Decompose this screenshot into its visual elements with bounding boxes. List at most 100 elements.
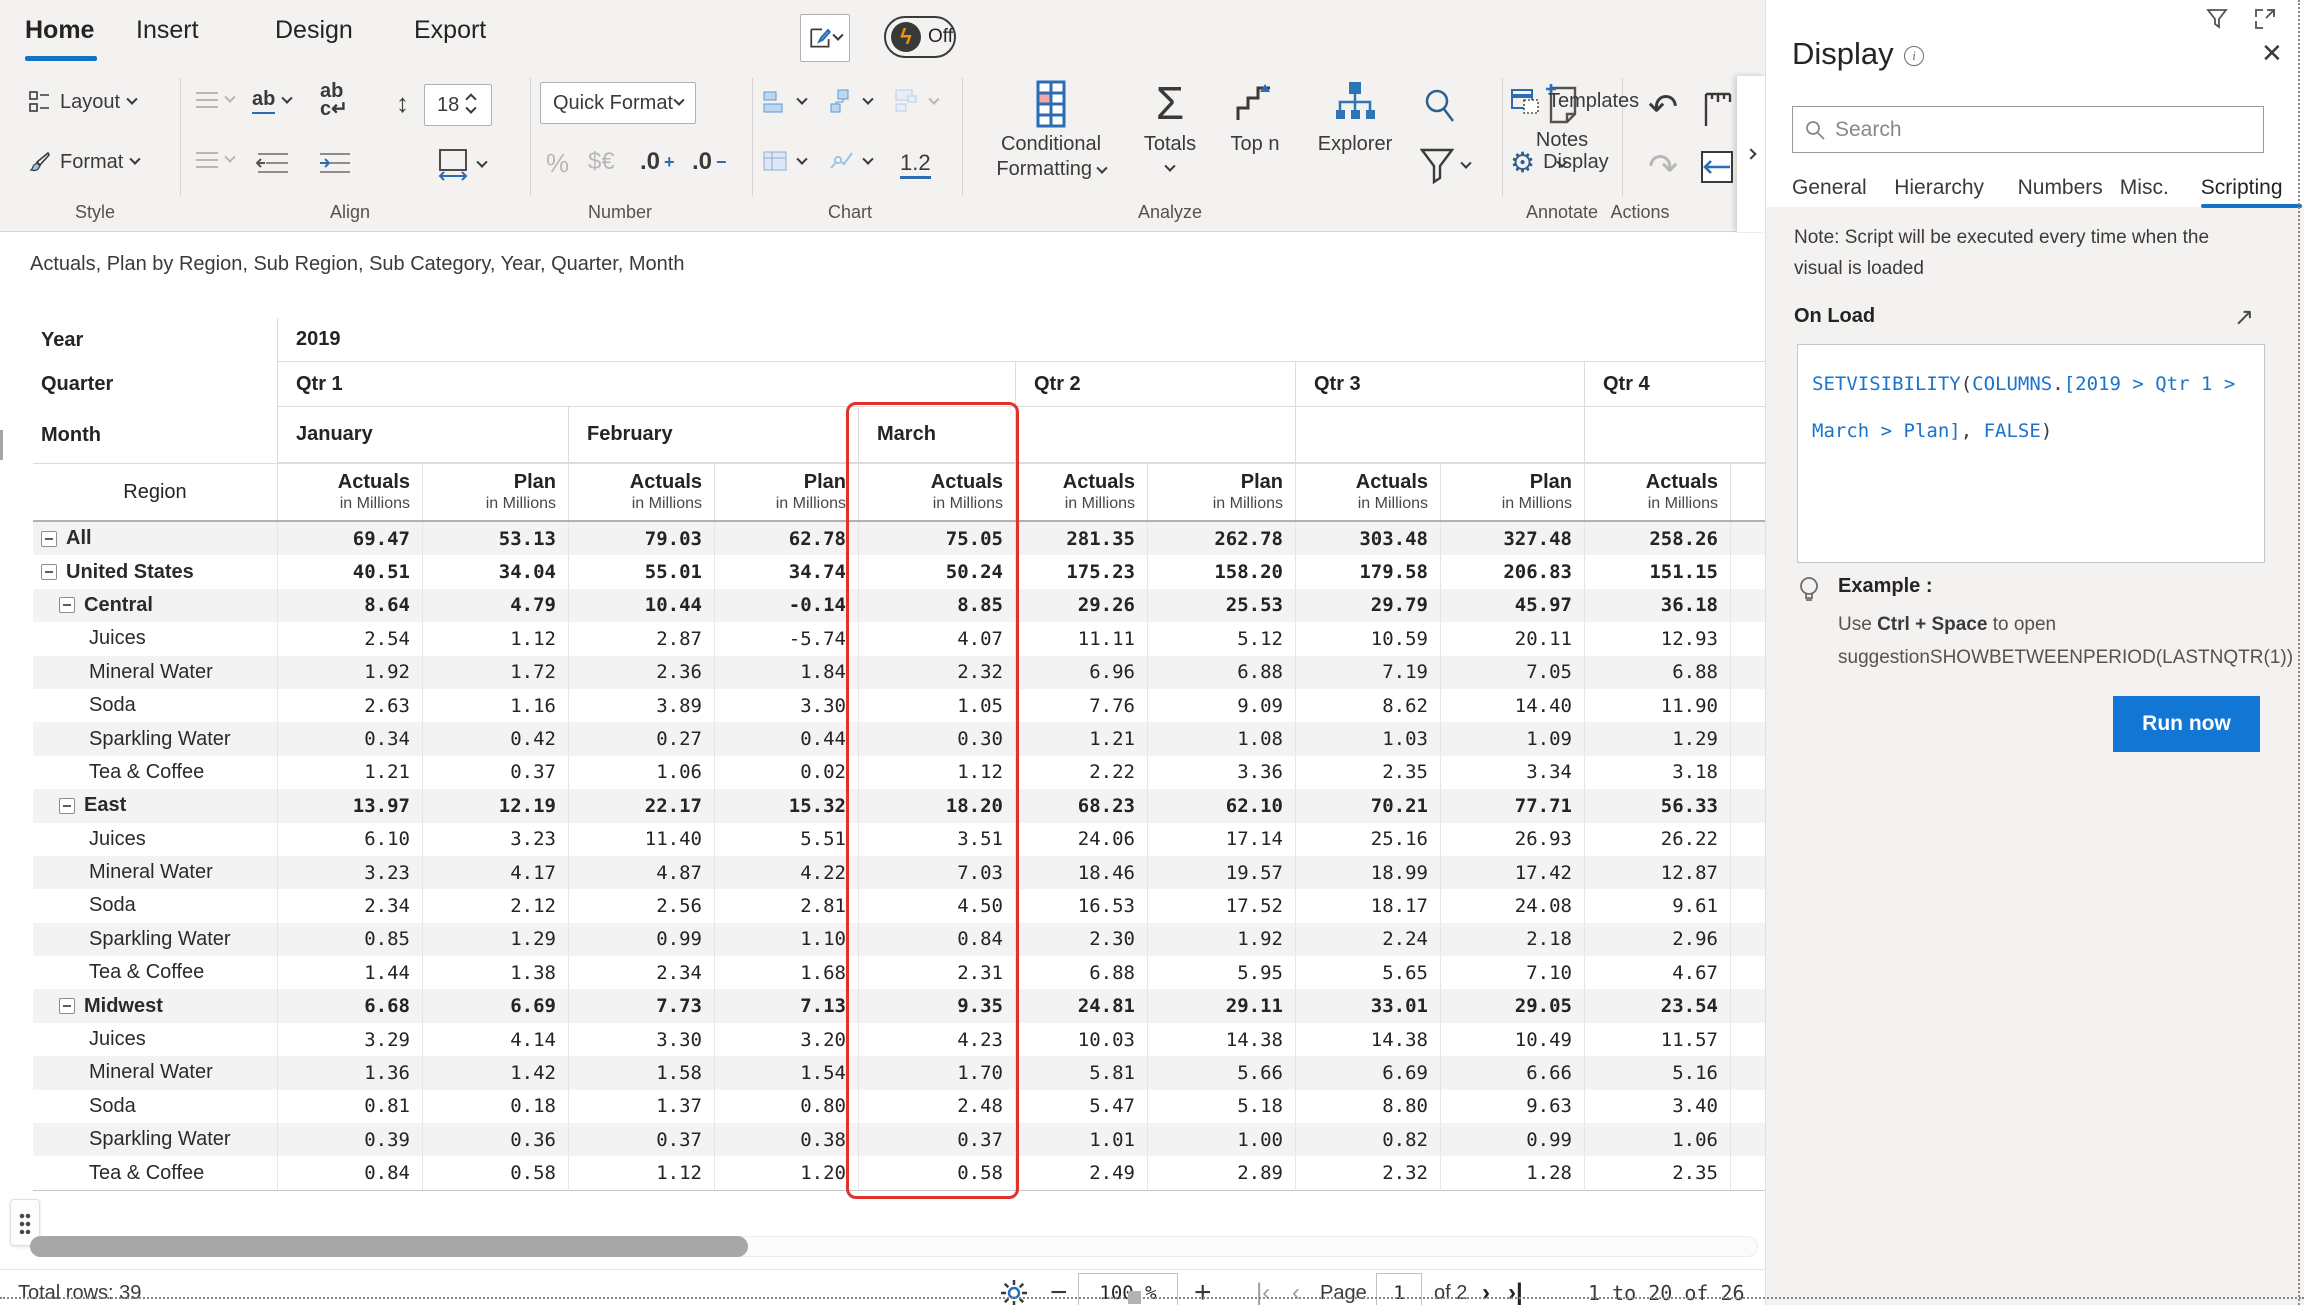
search-button[interactable] [1420, 86, 1460, 126]
cell[interactable]: 1.01 [1015, 1123, 1147, 1157]
outdent-button[interactable] [256, 152, 290, 174]
table-row-juices[interactable]: Juices 3.29 4.14 3.30 3.20 4.23 10.03 14.38 14.3… [33, 1022, 1765, 1057]
cell[interactable]: 1.16 [422, 688, 568, 723]
cell[interactable]: 6.68 [277, 989, 422, 1023]
wrap-text-button[interactable]: ab c↵ [320, 81, 348, 119]
table-row-east[interactable]: East 13.97 12.19 22.17 15.32 18.20 68.23 62.10 7… [33, 789, 1765, 823]
cell[interactable]: -5.74 [714, 622, 858, 656]
cell[interactable]: 1.29 [1584, 722, 1730, 756]
table-row-juices[interactable]: Juices 2.54 1.12 2.87 -5.74 4.07 11.11 5.12 10.5… [33, 622, 1765, 656]
cell[interactable]: 1.84 [714, 655, 858, 689]
visual-filter-icon[interactable] [2206, 8, 2228, 30]
cell[interactable]: 26.93 [1440, 822, 1584, 856]
cell[interactable]: 1.03 [1295, 722, 1440, 756]
cell[interactable]: 75.05 [858, 522, 1015, 556]
cell[interactable]: 16.53 [1015, 889, 1147, 923]
next-page-button[interactable]: › [1482, 1270, 1490, 1305]
decimal-places-button[interactable]: 1.2 [900, 150, 931, 179]
cell[interactable]: 11.11 [1015, 622, 1147, 656]
cell[interactable]: 8.85 [858, 588, 1015, 623]
cell[interactable]: 2.34 [568, 956, 714, 990]
cell[interactable]: 1.09 [1440, 722, 1584, 756]
cell[interactable]: 7.76 [1015, 688, 1147, 723]
decrease-decimal-button[interactable]: .0− [692, 148, 727, 176]
cell[interactable]: 2.32 [1295, 1156, 1440, 1190]
cell[interactable]: 36.18 [1584, 588, 1730, 623]
cell[interactable]: 2.24 [1295, 922, 1440, 957]
cell[interactable]: 2.48 [858, 1089, 1015, 1124]
cell[interactable]: 1.05 [858, 688, 1015, 723]
cell[interactable]: 1.42 [422, 1056, 568, 1090]
layout-button[interactable]: Layout [28, 90, 138, 114]
cell[interactable]: 2.30 [1015, 922, 1147, 957]
scrollbar-thumb[interactable] [30, 1236, 748, 1257]
panel-tab-numbers[interactable]: Numbers [2018, 176, 2103, 200]
undo-button[interactable]: ↶ [1648, 86, 1678, 128]
cell[interactable]: 4.14 [422, 1022, 568, 1057]
cell[interactable]: 6.69 [1295, 1056, 1440, 1090]
cell[interactable]: 0.84 [858, 922, 1015, 957]
zoom-out-button[interactable]: − [1050, 1270, 1068, 1305]
cell[interactable]: 34.74 [714, 555, 858, 589]
table-row-mineral-water[interactable]: Mineral Water 1.92 1.72 2.36 1.84 2.32 6.96 6.8… [33, 655, 1765, 689]
cell[interactable]: 3.29 [277, 1022, 422, 1057]
first-page-button[interactable]: |‹ [1256, 1270, 1270, 1305]
quarter-header-3[interactable]: Qtr 3 [1295, 362, 1584, 407]
cell[interactable]: 1.10 [714, 922, 858, 957]
cell[interactable]: 2.87 [568, 622, 714, 656]
measure-header-8[interactable]: Plan in Millions [1440, 464, 1584, 520]
panel-tab-hierarchy[interactable]: Hierarchy [1894, 176, 1984, 200]
cell[interactable]: 34.04 [422, 555, 568, 589]
cell[interactable]: 18.17 [1295, 889, 1440, 923]
cell[interactable]: 14.38 [1147, 1022, 1295, 1057]
run-now-button[interactable]: Run now [2113, 696, 2260, 752]
table-row-all[interactable]: All 69.47 53.13 79.03 62.78 75.05 281.35 262.78… [33, 522, 1765, 556]
cell[interactable]: 5.51 [714, 822, 858, 856]
cell[interactable]: 3.40 [1584, 1089, 1730, 1124]
cell[interactable]: 4.87 [568, 855, 714, 890]
cell[interactable]: 1.06 [1584, 1123, 1730, 1157]
cell[interactable]: 9.09 [1147, 688, 1295, 723]
cell[interactable]: 1.21 [1015, 722, 1147, 756]
script-editor[interactable]: SETVISIBILITY(COLUMNS.[2019 > Qtr 1 > Ma… [1797, 344, 2265, 563]
table-row-soda[interactable]: Soda 0.81 0.18 1.37 0.80 2.48 5.47 5.18 8.80 9.63… [33, 1089, 1765, 1124]
cell[interactable]: 5.95 [1147, 956, 1295, 990]
cell[interactable]: 0.37 [422, 755, 568, 790]
cell[interactable]: 1.54 [714, 1056, 858, 1090]
focus-mode-icon[interactable] [2254, 8, 2276, 30]
cell[interactable]: 9.61 [1584, 889, 1730, 923]
cell[interactable]: 7.10 [1440, 956, 1584, 990]
table-row-united-states[interactable]: United States 40.51 34.04 55.01 34.74 50.24 17… [33, 555, 1765, 589]
cell[interactable]: 2.89 [1147, 1156, 1295, 1190]
cell[interactable]: 15.32 [714, 789, 858, 823]
ruler-button[interactable] [1702, 92, 1732, 128]
cell[interactable]: 327.48 [1440, 522, 1584, 556]
cell[interactable]: 9.35 [858, 989, 1015, 1023]
cell[interactable]: 6.69 [422, 989, 568, 1023]
power-toggle[interactable]: ϟ Off [884, 16, 956, 58]
table-row-tea-coffee[interactable]: Tea & Coffee 1.21 0.37 1.06 0.02 1.12 2.22 3.36… [33, 755, 1765, 790]
text-direction-button[interactable]: ab [252, 88, 294, 114]
cell[interactable]: 0.39 [277, 1123, 422, 1157]
cell[interactable]: 4.67 [1584, 956, 1730, 990]
quarter-header-4[interactable]: Qtr 4 [1584, 362, 1765, 407]
cell[interactable]: 18.20 [858, 789, 1015, 823]
cell[interactable]: 4.23 [858, 1022, 1015, 1057]
cell[interactable]: 158.20 [1147, 555, 1295, 589]
cell[interactable]: 6.66 [1440, 1056, 1584, 1090]
cell[interactable]: 0.58 [422, 1156, 568, 1190]
cell[interactable]: 2.34 [277, 889, 422, 923]
cell[interactable]: 2.22 [1015, 755, 1147, 790]
cell[interactable]: 12.19 [422, 789, 568, 823]
cell[interactable]: 1.00 [1147, 1123, 1295, 1157]
cell[interactable]: 6.88 [1147, 655, 1295, 689]
cell[interactable]: 11.57 [1584, 1022, 1730, 1057]
cell[interactable]: 10.49 [1440, 1022, 1584, 1057]
cell[interactable]: 62.78 [714, 522, 858, 556]
cell[interactable]: 7.13 [714, 989, 858, 1023]
cell[interactable]: 29.79 [1295, 588, 1440, 623]
table-row-mineral-water[interactable]: Mineral Water 1.36 1.42 1.58 1.54 1.70 5.81 5.6… [33, 1056, 1765, 1090]
table-row-midwest[interactable]: Midwest 6.68 6.69 7.73 7.13 9.35 24.81 29.11 33.… [33, 989, 1765, 1023]
cell[interactable]: 7.05 [1440, 655, 1584, 689]
chart-hierarchy-button[interactable] [828, 88, 874, 116]
